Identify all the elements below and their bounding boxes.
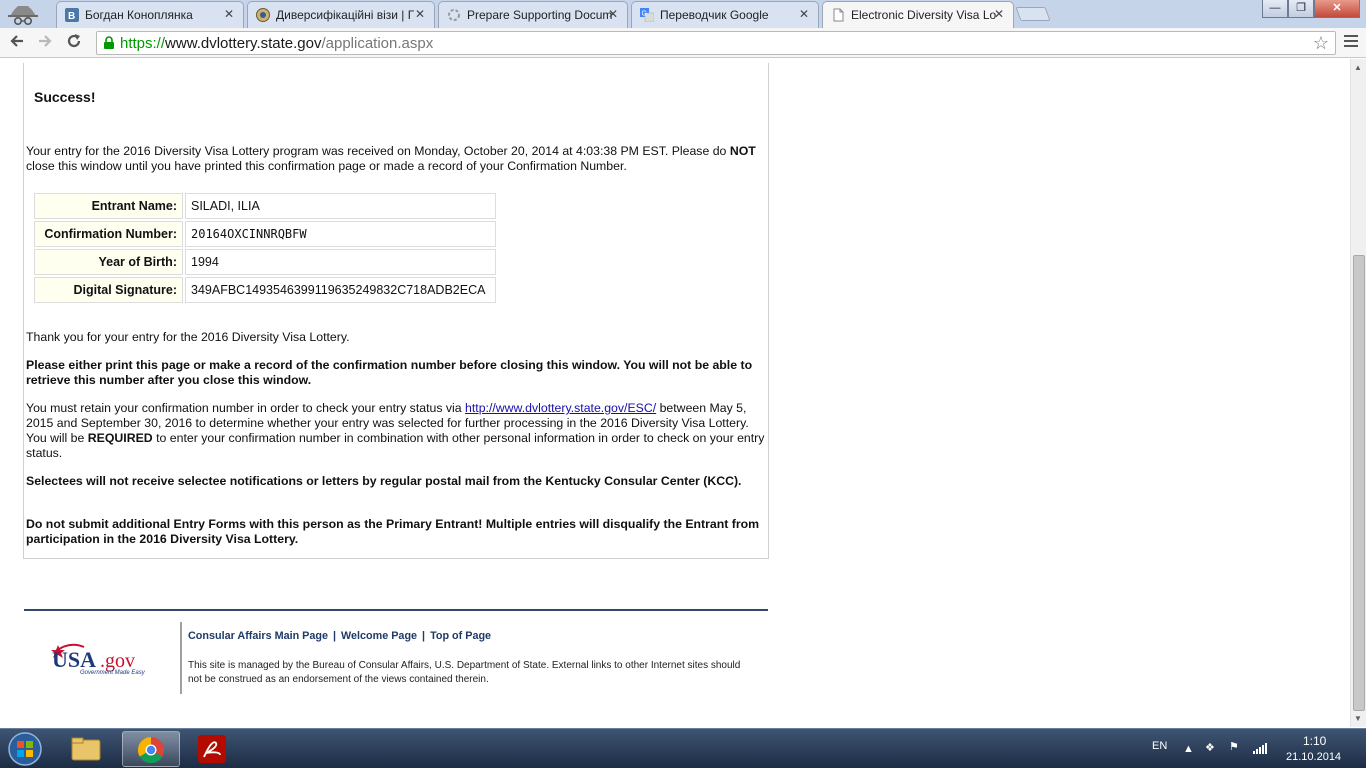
bookmark-star-icon[interactable]: ☆ — [1313, 33, 1329, 54]
scroll-down-arrow-icon[interactable]: ▼ — [1354, 714, 1362, 723]
maximize-button[interactable]: ❐ — [1288, 0, 1314, 18]
svg-text:Government Made Easy: Government Made Easy — [80, 670, 146, 676]
taskbar-acrobat[interactable] — [186, 731, 238, 767]
tab-prepare-documents[interactable]: Prepare Supporting Docum ✕ — [438, 1, 628, 28]
retain-number-text: You must retain your confirmation number… — [26, 401, 765, 460]
entrant-info-table: Entrant Name: SILADI, ILIA Confirmation … — [32, 191, 498, 305]
svg-text:.gov: .gov — [100, 650, 135, 672]
embassy-seal-icon — [256, 8, 270, 22]
selectees-notice-text: Selectees will not receive selectee noti… — [26, 474, 742, 488]
taskbar-chrome[interactable] — [122, 731, 180, 767]
forward-button[interactable] — [34, 32, 56, 54]
table-row: Confirmation Number: 20164OXCINNRQBFW — [34, 221, 496, 247]
chrome-menu-icon[interactable] — [1344, 35, 1358, 49]
lock-icon — [104, 36, 114, 49]
close-tab-icon[interactable]: ✕ — [415, 7, 425, 21]
thank-you-text: Thank you for your entry for the 2016 Di… — [26, 330, 350, 344]
tab-title: Electronic Diversity Visa Lo — [851, 8, 997, 22]
new-tab-button[interactable] — [1015, 7, 1051, 21]
url-host: www.dvlottery.state.gov — [165, 35, 322, 52]
language-indicator[interactable]: EN — [1152, 740, 1167, 752]
duplicate-entry-warning: Do not submit additional Entry Forms wit… — [26, 517, 760, 546]
footer-divider-line — [24, 609, 768, 611]
table-row: Digital Signature: 349AFBC14935463991196… — [34, 277, 496, 303]
reload-button[interactable] — [63, 32, 85, 54]
minimize-button[interactable]: — — [1262, 0, 1288, 18]
url-scheme: https:// — [120, 35, 166, 52]
clock-time[interactable]: 1:10 — [1303, 734, 1326, 748]
scrollbar-thumb[interactable] — [1353, 255, 1365, 711]
tab-title: Переводчик Google — [660, 8, 769, 22]
scroll-up-arrow-icon[interactable]: ▲ — [1354, 63, 1362, 72]
close-tab-icon[interactable]: ✕ — [224, 7, 234, 21]
show-hidden-icons-icon[interactable]: ▲ — [1183, 743, 1194, 755]
confirmation-number-value: 20164OXCINNRQBFW — [185, 221, 496, 247]
close-tab-icon[interactable]: ✕ — [994, 7, 1004, 21]
tab-title: Prepare Supporting Docum — [467, 8, 613, 22]
start-button[interactable] — [4, 731, 46, 767]
welcome-page-link[interactable]: Welcome Page — [341, 630, 417, 642]
table-row: Year of Birth: 1994 — [34, 249, 496, 275]
entrant-name-value: SILADI, ILIA — [185, 193, 496, 219]
vk-icon: B — [65, 8, 79, 22]
url-path: /application.aspx — [321, 35, 434, 52]
top-of-page-link[interactable]: Top of Page — [430, 630, 491, 642]
print-warning-text: Please either print this page or make a … — [26, 358, 753, 387]
success-heading: Success! — [34, 89, 96, 105]
network-icon[interactable] — [1252, 741, 1268, 755]
folder-icon — [71, 737, 101, 761]
page-viewport: Success! Your entry for the 2016 Diversi… — [0, 59, 1350, 727]
usa-gov-logo[interactable]: USA .gov Government Made Easy — [50, 641, 162, 677]
svg-text:G: G — [642, 11, 647, 18]
page-icon — [833, 8, 844, 22]
esc-status-link[interactable]: http://www.dvlottery.state.gov/ESC/ — [465, 401, 656, 415]
vertical-scrollbar[interactable]: ▲ ▼ — [1350, 59, 1366, 727]
tab-diversity-visas[interactable]: Диверсифікаційні візи | Г ✕ — [247, 1, 435, 28]
dropbox-icon[interactable]: ❖ — [1205, 741, 1215, 754]
tab-electronic-dv[interactable]: Electronic Diversity Visa Lo ✕ — [822, 1, 1014, 29]
consular-affairs-main-page-link[interactable]: Consular Affairs Main Page — [188, 630, 328, 642]
table-row: Entrant Name: SILADI, ILIA — [34, 193, 496, 219]
tab-google-translate[interactable]: G Переводчик Google ✕ — [631, 1, 819, 28]
digital-signature-value: 349AFBC149354639911963524983​2C718ADB2EC… — [185, 277, 496, 303]
clock-date[interactable]: 21.10.2014 — [1286, 751, 1341, 763]
year-of-birth-label: Year of Birth: — [34, 249, 183, 275]
windows-taskbar: EN ▲ ❖ ⚑ 1:10 21.10.2014 — [0, 728, 1366, 768]
incognito-icon — [8, 6, 38, 26]
taskbar-explorer[interactable] — [60, 731, 112, 767]
close-tab-icon[interactable]: ✕ — [608, 7, 618, 21]
tab-vk[interactable]: B Богдан Коноплянка ✕ — [56, 1, 244, 28]
year-of-birth-value: 1994 — [185, 249, 496, 275]
footer-vertical-divider — [180, 622, 182, 694]
action-center-icon[interactable]: ⚑ — [1229, 740, 1239, 753]
forward-arrow-icon — [39, 35, 52, 47]
svg-text:B: B — [68, 11, 75, 22]
confirmation-panel: Success! Your entry for the 2016 Diversi… — [23, 63, 769, 559]
chrome-icon — [137, 736, 164, 764]
back-arrow-icon — [10, 35, 23, 47]
tab-title: Богдан Коноплянка — [85, 8, 193, 22]
browser-toolbar: https://www.dvlottery.state.gov/applicat… — [0, 28, 1366, 58]
close-tab-icon[interactable]: ✕ — [799, 7, 809, 21]
back-button[interactable] — [6, 32, 28, 54]
entry-received-text: Your entry for the 2016 Diversity Visa L… — [26, 144, 756, 173]
digital-signature-label: Digital Signature: — [34, 277, 183, 303]
confirmation-number-label: Confirmation Number: — [34, 221, 183, 247]
loading-icon — [448, 9, 460, 21]
entrant-name-label: Entrant Name: — [34, 193, 183, 219]
footer-links: Consular Affairs Main Page | Welcome Page |… — [188, 630, 492, 642]
reload-icon — [67, 34, 81, 48]
address-bar[interactable]: https://www.dvlottery.state.gov/applicat… — [96, 31, 1336, 55]
tab-title: Диверсифікаційні візи | Г — [276, 8, 415, 22]
url-text: https://www.dvlottery.state.gov/applicat… — [120, 35, 433, 52]
tab-strip: B Богдан Коноплянка ✕ Диверсифікаційні в… — [0, 0, 1366, 29]
footer-disclaimer: This site is managed by the Bureau of Co… — [188, 660, 741, 685]
google-translate-icon: G — [640, 8, 654, 22]
close-window-button[interactable]: ✕ — [1314, 0, 1360, 18]
svg-text:USA: USA — [52, 647, 96, 672]
acrobat-icon — [198, 735, 226, 763]
